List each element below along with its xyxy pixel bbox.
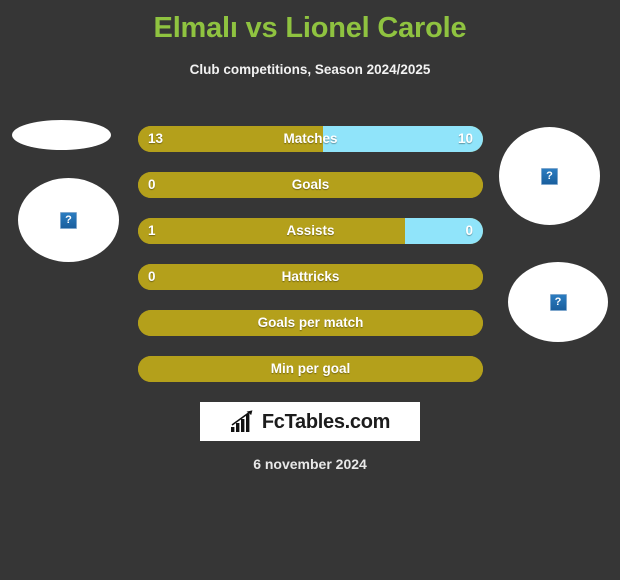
stat-label: Hattricks — [281, 269, 340, 284]
stat-row-goals-per-match: Goals per match — [138, 310, 483, 336]
stat-label: Goals — [291, 177, 330, 192]
away-player-photo-placeholder: ? — [499, 127, 600, 225]
broken-image-icon: ? — [549, 293, 567, 311]
home-team-logo-placeholder — [12, 120, 111, 150]
stat-label: Matches — [283, 131, 338, 146]
page-title: Elmalı vs Lionel Carole — [153, 12, 467, 44]
stat-label: Min per goal — [270, 361, 351, 376]
page-subtitle: Club competitions, Season 2024/2025 — [189, 62, 431, 77]
stat-row-hattricks: 0 Hattricks — [138, 264, 483, 290]
stat-comparison-chart: 13 Matches 10 0 Goals 1 Assists 0 0 Hatt… — [138, 126, 483, 402]
broken-image-icon: ? — [541, 167, 558, 185]
home-player-photo-placeholder: ? — [18, 178, 119, 262]
stat-label: Goals per match — [257, 315, 364, 330]
stat-row-goals: 0 Goals — [138, 172, 483, 198]
header: Elmalı vs Lionel Carole Club competition… — [0, 0, 620, 79]
stat-row-matches: 13 Matches 10 — [138, 126, 483, 152]
away-stat-value: 10 — [457, 131, 473, 146]
fctables-logo-text: FcTables.com — [261, 410, 391, 433]
stat-row-min-per-goal: Min per goal — [138, 356, 483, 382]
fctables-logo[interactable]: FcTables.com — [200, 402, 420, 441]
away-stat-value: 0 — [465, 223, 473, 238]
bar-chart-trend-icon — [230, 409, 253, 432]
stat-row-assists: 1 Assists 0 — [138, 218, 483, 244]
broken-image-icon: ? — [60, 211, 77, 229]
report-date: 6 november 2024 — [253, 456, 367, 472]
stat-label: Assists — [286, 223, 335, 238]
away-team-logo-placeholder: ? — [508, 262, 608, 342]
